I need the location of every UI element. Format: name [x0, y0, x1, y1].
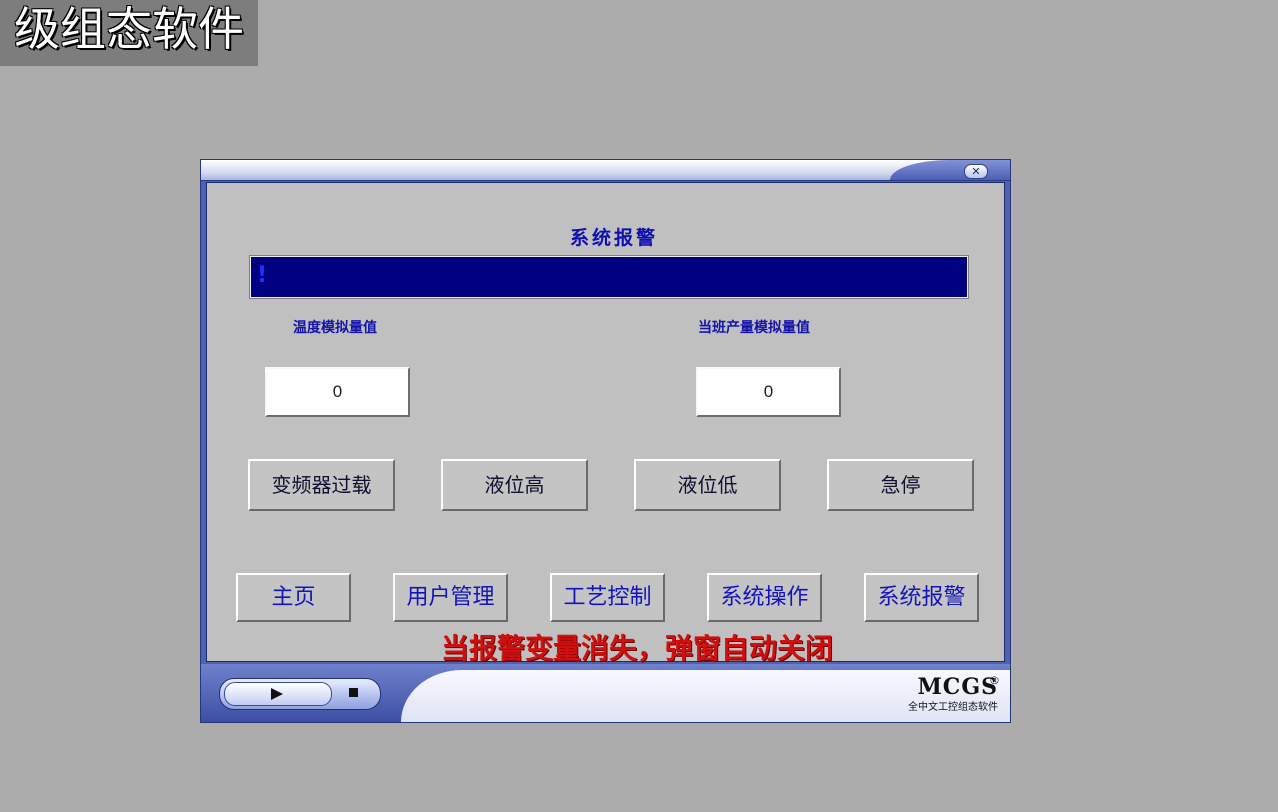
alarm-message-bar: ! — [249, 255, 969, 299]
alarm-window: ✕ 系统报警 ! 温度模拟量值 当班产量模拟量值 0 0 变频器过载 液位高 液… — [201, 160, 1010, 722]
window-content: 系统报警 ! 温度模拟量值 当班产量模拟量值 0 0 变频器过载 液位高 液位低… — [206, 182, 1005, 665]
nav-user-management-button[interactable]: 用户管理 — [393, 573, 508, 622]
alarm-title: 系统报警 — [569, 227, 658, 249]
emergency-stop-button[interactable]: 急停 — [827, 459, 974, 511]
player-controls — [219, 678, 381, 710]
vfd-overload-button[interactable]: 变频器过载 — [248, 459, 395, 511]
play-icon[interactable] — [224, 682, 332, 706]
window-titlebar[interactable]: ✕ — [201, 160, 1010, 181]
level-low-button[interactable]: 液位低 — [634, 459, 781, 511]
app-banner: 级组态软件 — [0, 0, 258, 66]
nav-system-alarm-button[interactable]: 系统报警 — [864, 573, 979, 622]
shift-output-value-field: 0 — [696, 367, 841, 417]
titlebar-decoration — [890, 160, 1010, 180]
nav-system-operation-button[interactable]: 系统操作 — [707, 573, 822, 622]
nav-process-control-button[interactable]: 工艺控制 — [550, 573, 665, 622]
stop-icon[interactable] — [332, 682, 374, 704]
auto-close-note: 当报警变量消失，弹窗自动关闭 — [440, 632, 833, 665]
run-control-bar: MCGS ® 全中文工控组态软件 — [201, 664, 1010, 722]
mcgs-brand: MCGS — [917, 674, 998, 700]
nav-home-button[interactable]: 主页 — [236, 573, 351, 622]
temperature-label: 温度模拟量值 — [293, 320, 377, 336]
mcgs-logo: MCGS ® 全中文工控组态软件 — [908, 674, 1000, 713]
shift-output-label: 当班产量模拟量值 — [698, 320, 810, 336]
level-high-button[interactable]: 液位高 — [441, 459, 588, 511]
alarm-marker: ! — [257, 263, 268, 288]
banner-title: 级组态软件 — [14, 2, 244, 56]
mcgs-subtitle: 全中文工控组态软件 — [908, 702, 998, 713]
registered-mark: ® — [989, 674, 1000, 687]
close-icon[interactable]: ✕ — [964, 164, 988, 179]
temperature-value-field: 0 — [265, 367, 410, 417]
